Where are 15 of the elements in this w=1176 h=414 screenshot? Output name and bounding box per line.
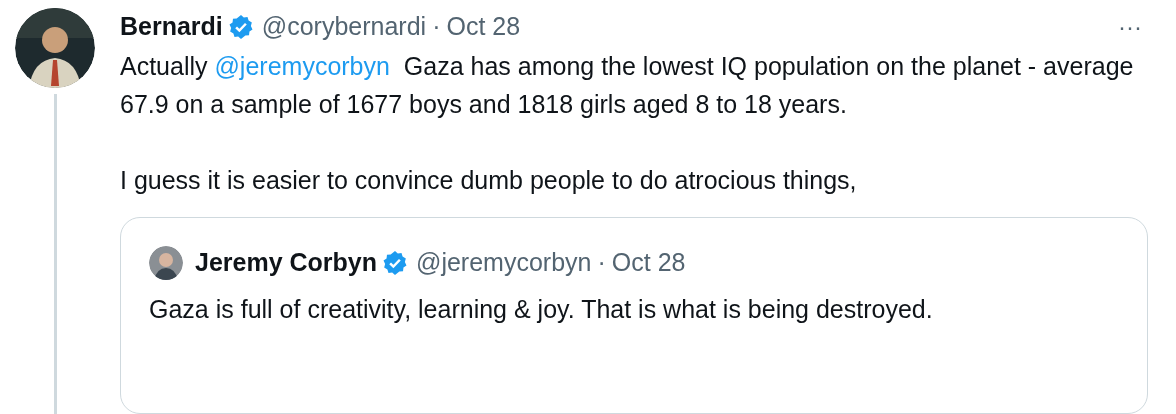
- avatar: [149, 245, 183, 280]
- author-name: Jeremy Corbyn: [195, 246, 378, 278]
- avatar[interactable]: [15, 8, 95, 88]
- author-name[interactable]: Bernardi: [120, 8, 223, 46]
- author-handle: @jeremycorbyn: [416, 246, 592, 278]
- separator: ·: [432, 11, 441, 42]
- more-icon[interactable]: ···: [1118, 8, 1142, 45]
- tweet-text: Actually @jeremycorbyn Gaza has among the lowest IQ population on the planet - average 67.9 on a sample of 1677 boys and 1818 girls aged 8 to 18 years.: [120, 50, 1135, 120]
- quote-card[interactable]: Jeremy Corbyn @jeremycorbyn · Oct 28 Gaza is full of creativity, learning & joy. That is what is being destroyed.: [120, 216, 1148, 414]
- separator: ·: [597, 246, 606, 278]
- tweet-date: Oct 28: [611, 246, 686, 278]
- tweet-date[interactable]: Oct 28: [446, 8, 521, 46]
- author-handle[interactable]: @corybernardi: [261, 8, 427, 46]
- tweet-text: I guess it is easier to convince dumb people to do atrocious things,: [120, 164, 858, 196]
- quoted-tweet-text: Gaza is full of creativity, learning & joy. That is what is being destroyed.: [149, 293, 934, 325]
